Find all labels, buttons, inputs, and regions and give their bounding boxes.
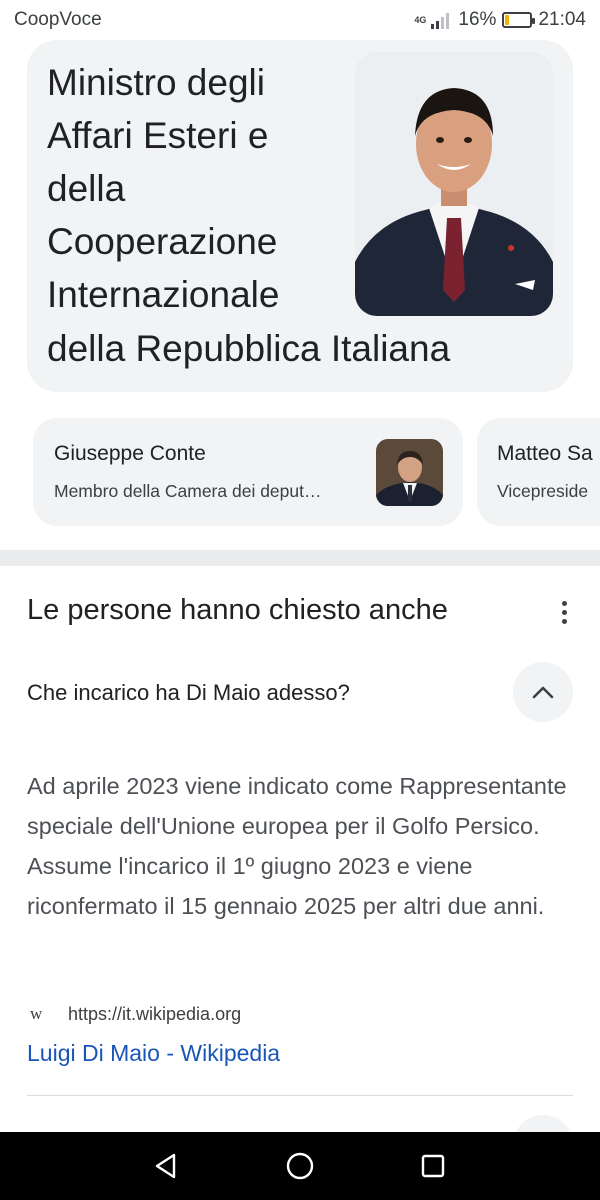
person-card[interactable]: Matteo Sa Vicepreside [477, 418, 600, 526]
more-options-icon[interactable] [552, 597, 576, 627]
person-thumbnail [376, 439, 443, 506]
person-card[interactable]: Giuseppe Conte Membro della Camera dei d… [33, 418, 463, 526]
chevron-up-icon [532, 686, 554, 699]
home-icon[interactable] [284, 1150, 316, 1182]
title-line: della [47, 168, 126, 209]
navigation-bar [0, 1132, 600, 1200]
status-icons: 4G 16% 21:04 [414, 9, 586, 31]
title-line: Cooperazione [47, 221, 278, 262]
wikipedia-icon: w [30, 1004, 43, 1023]
person-name: Giuseppe Conte [54, 442, 206, 465]
network-type-icon: 4G [414, 14, 427, 25]
clock: 21:04 [538, 9, 586, 30]
section-title: Le persone hanno chiesto anche [27, 594, 448, 626]
question-text[interactable]: Che incarico ha Di Maio adesso? [27, 680, 350, 706]
person-role: Vicepreside [497, 481, 589, 501]
section-divider [0, 550, 600, 566]
person-role: Membro della Camera dei deput… [54, 481, 322, 501]
battery-percent: 16% [458, 9, 497, 30]
title-line: Affari Esteri e [47, 115, 269, 156]
person-name: Matteo Sa [497, 442, 593, 465]
title-line: Ministro degli [47, 62, 265, 103]
related-people-carousel[interactable]: Giuseppe Conte Membro della Camera dei d… [0, 418, 600, 528]
title-line: della Repubblica Italiana [47, 328, 451, 369]
carrier-name: CoopVoce [14, 9, 102, 30]
source-url: https://it.wikipedia.org [68, 1003, 242, 1024]
result-link[interactable]: Luigi Di Maio - Wikipedia [27, 1040, 280, 1067]
title-line: Internazionale [47, 274, 280, 315]
collapse-button[interactable] [513, 662, 573, 722]
title-card[interactable]: Ministro degli Affari Esteri e della Coo… [27, 40, 573, 392]
office-title: Ministro degli Affari Esteri e della Coo… [47, 56, 347, 321]
portrait-photo[interactable] [355, 52, 553, 316]
back-icon[interactable] [150, 1150, 182, 1182]
divider [27, 1095, 573, 1096]
source-row[interactable]: w https://it.wikipedia.org [30, 1000, 241, 1028]
status-bar: CoopVoce 4G 16% 21:04 [0, 0, 600, 40]
battery-icon [502, 12, 536, 28]
signal-icon [431, 13, 450, 29]
recents-icon[interactable] [417, 1150, 449, 1182]
answer-text: Ad aprile 2023 viene indicato come Rappr… [27, 773, 567, 919]
